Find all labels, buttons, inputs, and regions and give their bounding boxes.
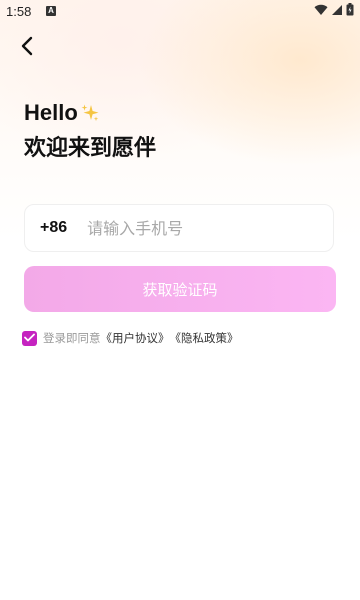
phone-field: +86 xyxy=(24,204,334,252)
greeting-line: Hello xyxy=(24,100,100,126)
back-button[interactable] xyxy=(16,36,40,60)
checkmark-icon xyxy=(24,331,35,345)
status-time: 1:58 xyxy=(6,4,32,19)
get-code-button[interactable]: 获取验证码 xyxy=(24,266,336,312)
agreement-prefix: 登录即同意 xyxy=(43,331,101,345)
battery-icon xyxy=(346,3,354,19)
welcome-title: 欢迎来到愿伴 xyxy=(24,136,157,161)
status-icons xyxy=(314,3,354,19)
agreement-row: 登录即同意 《用户协议》 《隐私政策》 xyxy=(22,330,239,346)
user-agreement-link[interactable]: 《用户协议》 xyxy=(101,330,170,346)
sparkles-icon xyxy=(80,103,100,123)
country-code-selector[interactable]: +86 xyxy=(40,219,67,237)
privacy-policy-link[interactable]: 《隐私政策》 xyxy=(170,330,239,346)
cell-signal-icon xyxy=(331,4,343,19)
notification-icon: A xyxy=(46,6,56,16)
phone-input[interactable] xyxy=(85,217,290,239)
greeting-text: Hello xyxy=(24,100,78,125)
status-bar: 1:58 A xyxy=(0,0,360,24)
wifi-icon xyxy=(314,4,328,19)
chevron-left-icon xyxy=(20,36,36,60)
agree-checkbox[interactable] xyxy=(22,330,37,346)
